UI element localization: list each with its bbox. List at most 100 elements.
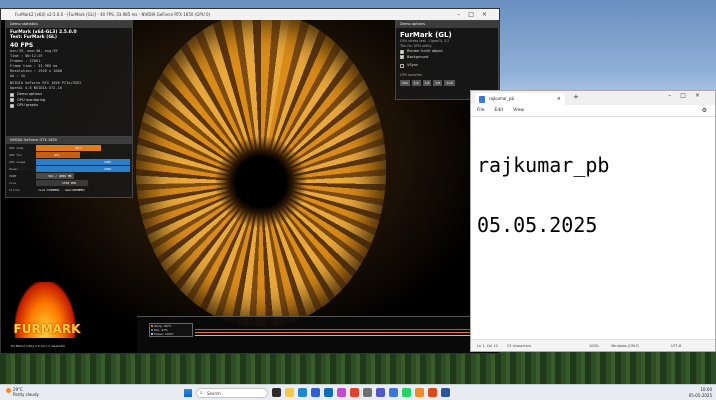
teams-icon[interactable] (376, 388, 385, 397)
checkbox-checked-icon[interactable] (10, 92, 14, 97)
word-icon[interactable] (441, 388, 450, 397)
checkbox-checked-icon[interactable] (10, 103, 14, 108)
gpu-row-label: GPU fan (9, 153, 22, 157)
status-encoding: UTF-8 (671, 344, 682, 348)
checkbox-checked-icon[interactable] (10, 98, 14, 103)
menu-view[interactable]: View (513, 105, 524, 116)
vlc-icon[interactable] (415, 388, 424, 397)
demo-options-panel: Demo options FurMark (GL) GPU stress tes… (395, 20, 499, 100)
weather-widget[interactable]: 29°C Partly cloudy (6, 387, 39, 397)
search-icon: ⌕ (200, 390, 203, 396)
close-icon[interactable]: × (482, 11, 495, 18)
maximize-icon[interactable]: □ (680, 92, 695, 99)
status-eol: Windows (CRLF) (611, 344, 640, 348)
gpu-row-bar (36, 145, 101, 151)
gpu-row-label: GPU usage (9, 160, 26, 164)
status-position: Ln 1, Col 12 (477, 344, 498, 348)
settings-icon[interactable] (363, 388, 372, 397)
stats-title: FurMark (x64-GL3) 2.5.0.0 (10, 30, 77, 35)
gpu-row: Power 100% (8, 166, 130, 172)
notepad-file-icon (479, 96, 485, 103)
gpu-row-bar (36, 159, 130, 165)
furmark-viewport: Demo statistics FurMark (x64-GL3) 2.5.0.… (1, 20, 499, 353)
resolution-button[interactable]: 1/16 (444, 79, 455, 86)
gpu-row-label: VRAM (9, 174, 17, 178)
checkbox-checked-icon[interactable] (400, 55, 404, 60)
fps-readout: 40 FPS (10, 42, 34, 49)
resolution-button[interactable]: 1/2 (411, 79, 421, 86)
checkbox-icon[interactable] (400, 63, 404, 68)
taskbar: 29°C Partly cloudy ⌕ Search 10:00 05-05-… (0, 384, 716, 400)
resolution-button[interactable]: 1/4 (422, 79, 432, 86)
minimize-icon[interactable]: – (457, 11, 468, 18)
stats-header[interactable]: Demo statistics (6, 21, 132, 28)
task-view-icon[interactable] (272, 388, 281, 397)
checkbox-checked-icon[interactable] (400, 49, 404, 54)
taskbar-apps (272, 388, 450, 397)
text-line: 05.05.2025 (477, 213, 598, 237)
status-chars: 23 characters (507, 344, 532, 348)
graph-line-temp (195, 332, 497, 333)
checkbox-label: GPU graphs (17, 103, 39, 107)
gpu-row: GPU fan 47% (8, 152, 130, 158)
gpu-row-label: Clocks (9, 188, 20, 192)
maximize-icon[interactable]: □ (468, 11, 482, 18)
status-zoom: 100% (589, 344, 600, 348)
notepad-text-area[interactable]: rajkumar_pb 05.05.2025 (471, 117, 715, 255)
furmark-window[interactable]: FurMark2 (x64) v2.5.0.0 - [FurMark (GL)]… (0, 8, 500, 354)
furmark-titlebar[interactable]: FurMark2 (x64) v2.5.0.0 - [FurMark (GL)]… (1, 9, 499, 20)
menu-file[interactable]: File (477, 105, 485, 116)
gpu-monitor-panel: NVIDIA GeForce GTX 1650 GPU temp 69°C GPU … (5, 136, 133, 198)
file-explorer-icon[interactable] (285, 388, 294, 397)
gear-icon[interactable]: ⚙ (702, 105, 707, 117)
gpu-row: Clocks core:1590MHz - mem:6000MHz (8, 187, 130, 193)
resolution-button[interactable]: 960 (400, 79, 410, 86)
whatsapp-icon[interactable] (402, 388, 411, 397)
fur-donut-render (136, 20, 386, 327)
taskbar-search[interactable]: ⌕ Search (196, 388, 268, 398)
clock-date: 05-05-2025 (688, 392, 712, 398)
gpu-row-value: 47% (54, 153, 60, 157)
minimize-icon[interactable]: – (668, 92, 680, 99)
gpu-row: VRAM 341 / 4096 MB (8, 173, 130, 179)
notepad-window[interactable]: rajkumar_pb × + –□× File Edit View ⚙ raj… (470, 90, 716, 352)
text-line: rajkumar_pb (477, 153, 610, 177)
graph-legend: Temp: 69°C Fan: 47% Power: 100% (149, 323, 193, 337)
notepad-icon[interactable] (389, 388, 398, 397)
gpu-header[interactable]: NVIDIA GeForce GTX 1650 (6, 137, 132, 144)
logo-version: FurMark2 (x64) 2.5.0.0 (c) Geeks3D (11, 344, 65, 348)
menu-edit[interactable]: Edit (495, 105, 504, 116)
tab-close-icon[interactable]: × (557, 93, 561, 105)
mail-icon[interactable] (324, 388, 333, 397)
gpu-row: GPU usage 100% (8, 159, 130, 165)
chrome-icon[interactable] (350, 388, 359, 397)
window-controls[interactable]: –□× (457, 9, 495, 20)
system-tray-clock[interactable]: 10:00 05-05-2025 (689, 387, 712, 398)
options-demo-name: FurMark (GL) (400, 31, 452, 39)
close-icon[interactable]: × (695, 92, 709, 99)
options-header[interactable]: Demo options (396, 21, 498, 28)
vsync-checkbox[interactable]: VSync (396, 63, 498, 69)
gpu-row: Core 1530 MHz (8, 180, 130, 186)
gpu-graph: Temp: 69°C Fan: 47% Power: 100% (137, 316, 499, 353)
weather-desc: Partly cloudy (13, 392, 39, 397)
legend-swatch (151, 333, 153, 335)
new-tab-button[interactable]: + (573, 93, 579, 101)
photos-icon[interactable] (337, 388, 346, 397)
store-icon[interactable] (311, 388, 320, 397)
checkbox-label: Background (407, 54, 429, 59)
checkbox-2[interactable]: GPU graphs (6, 103, 132, 109)
furmark-icon[interactable] (428, 388, 437, 397)
notepad-tab[interactable]: rajkumar_pb × (475, 93, 565, 105)
furmark-title: FurMark2 (x64) v2.5.0.0 - [FurMark (GL)]… (15, 12, 211, 17)
gpu-row-label: GPU temp (9, 146, 24, 150)
gpu-row-value: 1530 MHz (62, 181, 77, 185)
gpu-row-value: 100% (104, 167, 112, 171)
notepad-tabbar: rajkumar_pb × + –□× (471, 91, 715, 105)
notepad-window-controls[interactable]: –□× (668, 92, 709, 99)
gpu-row-value: core:1590MHz - mem:6000MHz (38, 188, 85, 192)
windows-start-icon[interactable] (184, 389, 192, 397)
checkbox-1[interactable]: Background (396, 55, 498, 61)
edge-icon[interactable] (298, 388, 307, 397)
resolution-button[interactable]: 1/8 (433, 79, 443, 86)
